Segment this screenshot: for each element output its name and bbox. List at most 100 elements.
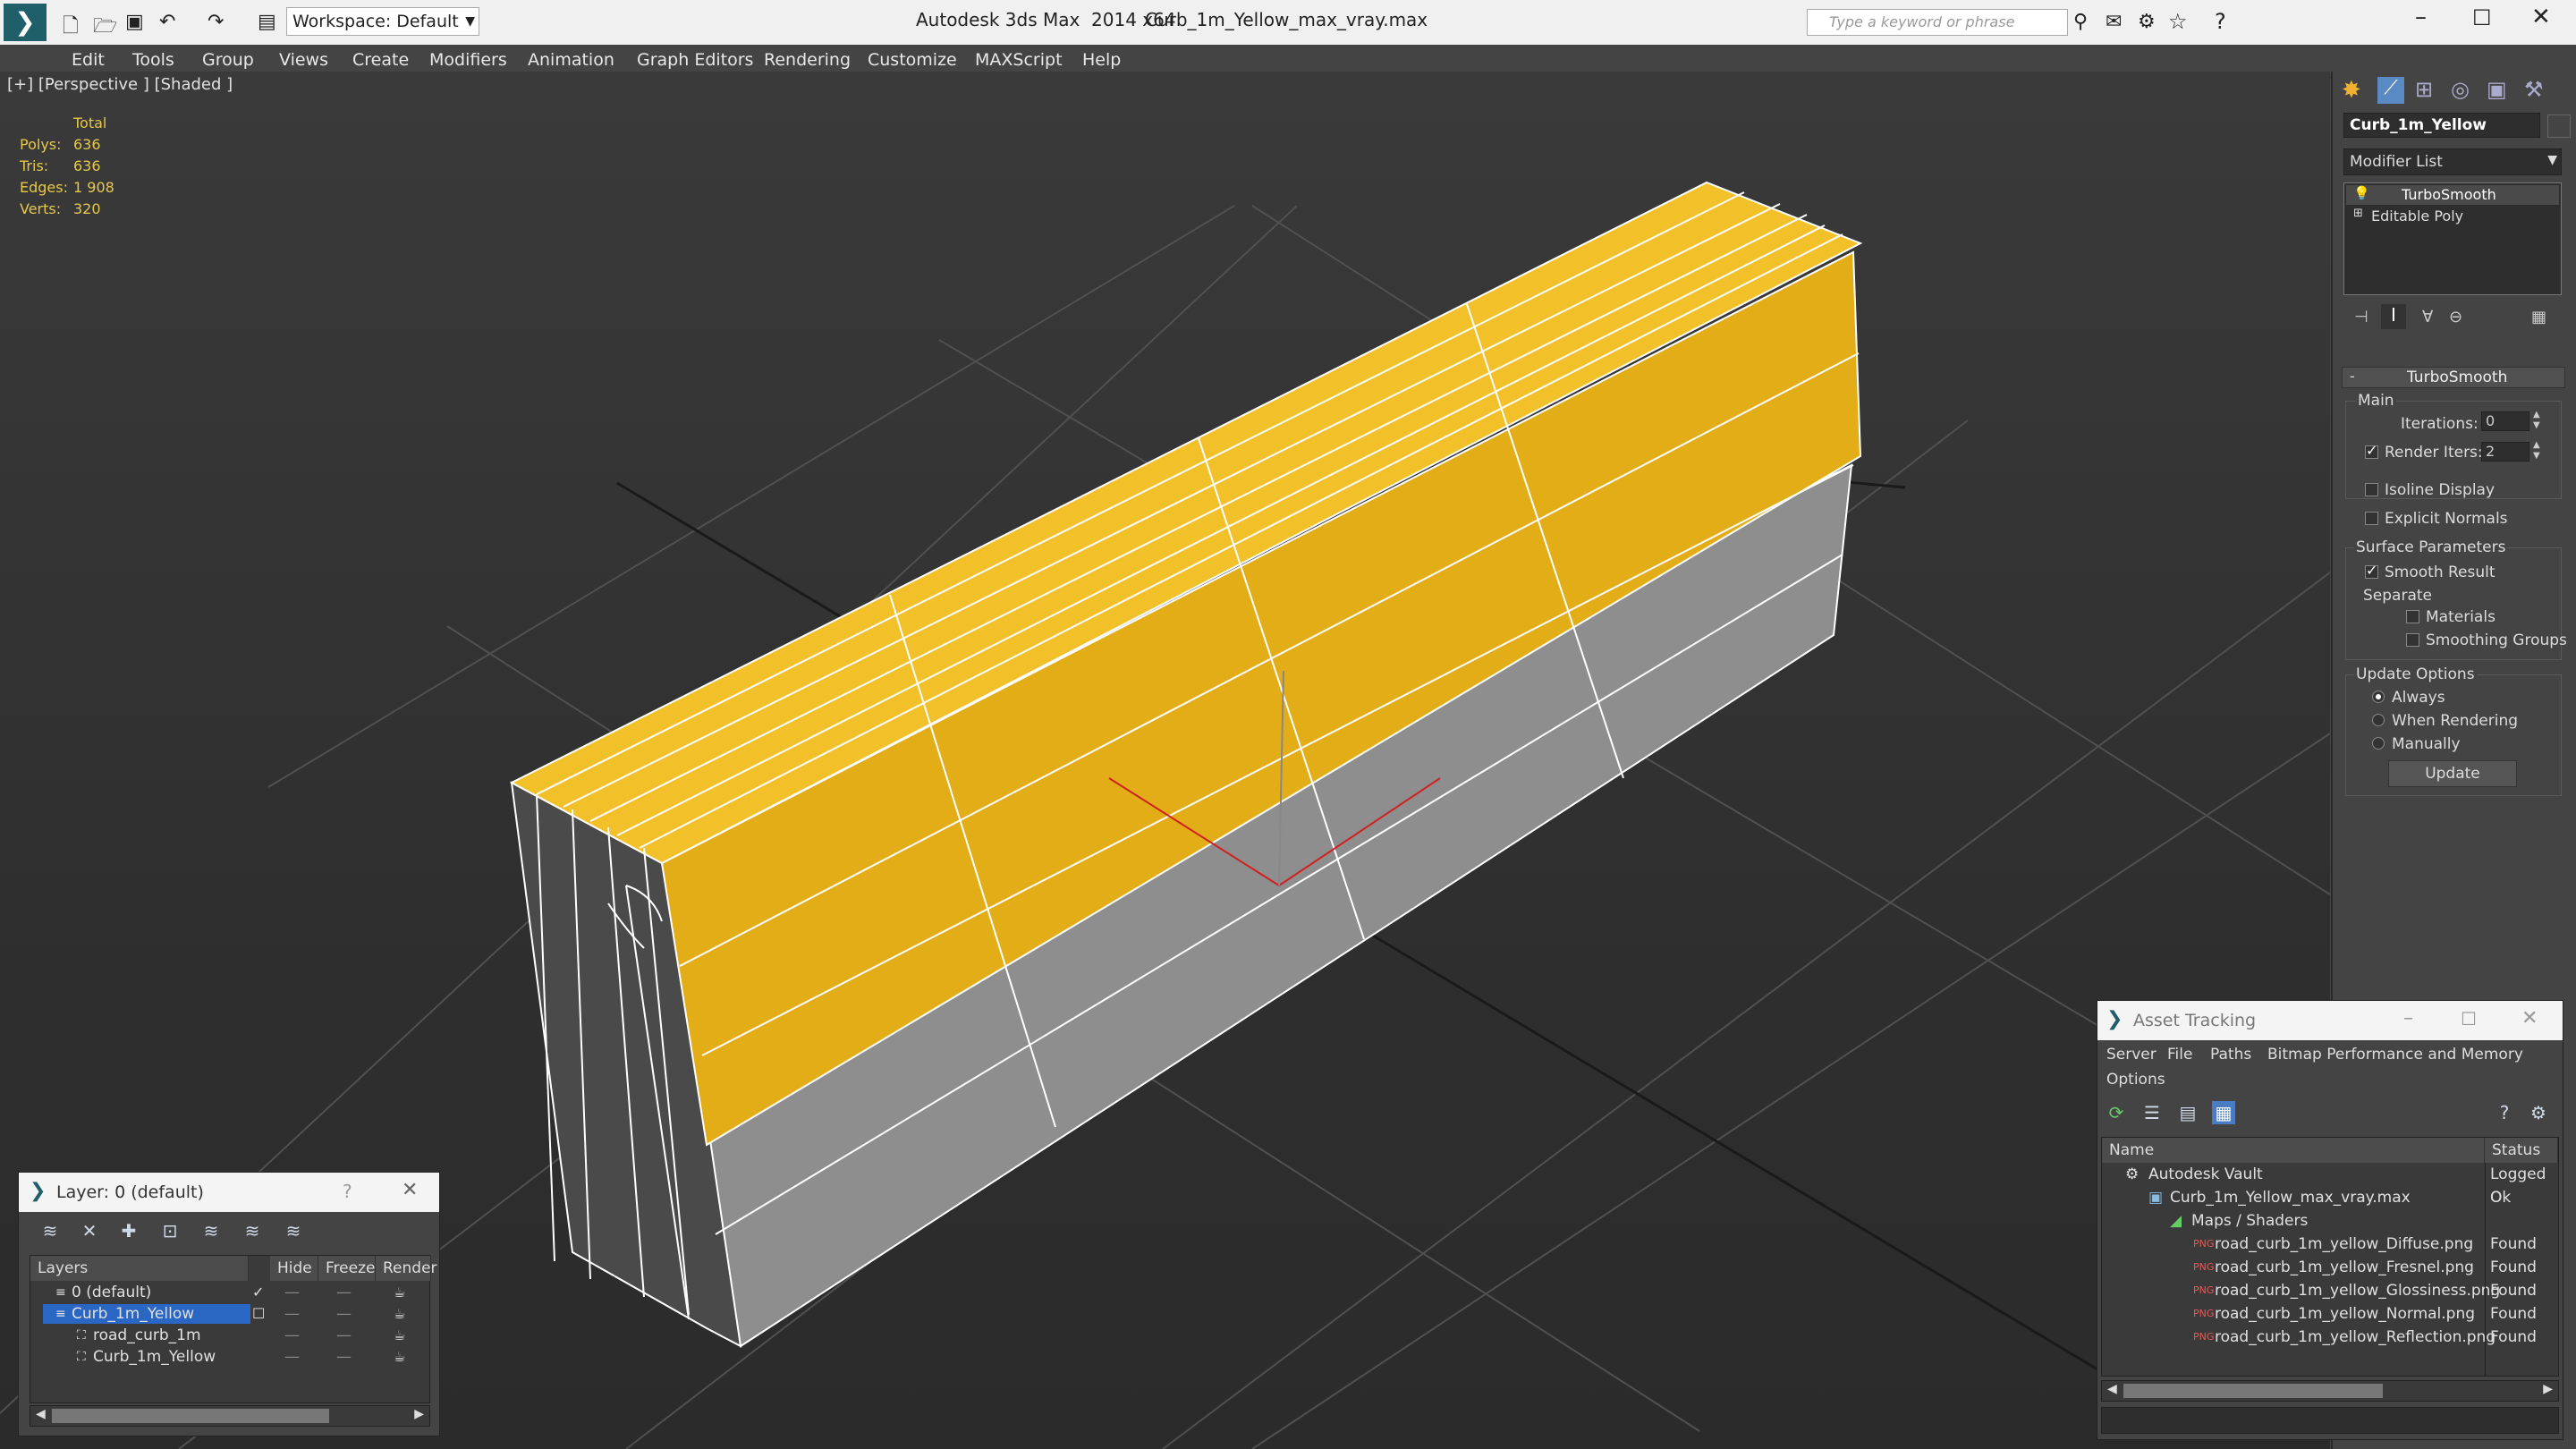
close-icon[interactable]: ✕: [2521, 1007, 2538, 1030]
show-end-result-icon[interactable]: I: [2381, 304, 2406, 329]
materials-checkbox[interactable]: [2406, 610, 2419, 623]
menu-edit[interactable]: Edit: [72, 50, 105, 70]
menu-maxscript[interactable]: MAXScript: [975, 50, 1063, 70]
hide-all-icon[interactable]: ≋: [241, 1219, 264, 1242]
display-tab-icon[interactable]: ▣: [2487, 77, 2507, 102]
menu-rendering[interactable]: Rendering: [764, 50, 851, 70]
horizontal-scrollbar[interactable]: ◀ ▶: [30, 1405, 430, 1427]
binoculars-icon[interactable]: ⚲: [2073, 11, 2088, 33]
undo-icon[interactable]: ↶: [159, 11, 175, 33]
close-icon[interactable]: ✕: [402, 1179, 418, 1201]
menu-customize[interactable]: Customize: [868, 50, 957, 70]
isoline-display-checkbox[interactable]: [2365, 483, 2378, 496]
scroll-thumb[interactable]: [2123, 1384, 2383, 1398]
new-layer-icon[interactable]: ≋: [38, 1219, 62, 1242]
stack-item-editable-poly[interactable]: ⊞ Editable Poly: [2346, 207, 2559, 226]
favorites-star-icon[interactable]: ☆: [2168, 9, 2188, 34]
utilities-tab-icon[interactable]: ⚒: [2524, 77, 2544, 102]
hide-toggle-icon[interactable]: —: [284, 1281, 300, 1304]
asset-row-bitmap[interactable]: PNG road_curb_1m_yellow_Glossiness.png F…: [2102, 1279, 2558, 1302]
workspace-dropdown[interactable]: Workspace: Default ▼: [286, 7, 479, 36]
render-column-header[interactable]: Render: [376, 1256, 437, 1281]
scroll-right-icon[interactable]: ▶: [2543, 1382, 2553, 1396]
explicit-normals-checkbox[interactable]: [2365, 512, 2378, 525]
freeze-all-icon[interactable]: ≋: [282, 1219, 305, 1242]
asset-row-bitmap[interactable]: PNG road_curb_1m_yellow_Fresnel.png Foun…: [2102, 1256, 2558, 1279]
hide-toggle-icon[interactable]: —: [284, 1324, 300, 1347]
motion-tab-icon[interactable]: ◎: [2451, 77, 2470, 102]
menu-group[interactable]: Group: [202, 50, 254, 70]
hide-toggle-icon[interactable]: —: [284, 1302, 300, 1326]
exchange-icon[interactable]: ⚙: [2138, 11, 2156, 33]
lightbulb-icon[interactable]: 💡: [2353, 185, 2370, 201]
modify-tab-icon[interactable]: ⟋: [2377, 77, 2404, 104]
details-view-icon[interactable]: ▤: [2176, 1101, 2199, 1124]
layer-window-titlebar[interactable]: ❯ Layer: 0 (default) ? ✕: [19, 1173, 439, 1212]
menu-animation[interactable]: Animation: [528, 50, 614, 70]
asset-path-field[interactable]: [2101, 1407, 2559, 1434]
redo-icon[interactable]: ↷: [208, 11, 224, 33]
layer-row-default[interactable]: ≡ 0 (default) ✓ — — ☕: [30, 1281, 429, 1304]
iterations-spinner[interactable]: 0: [2481, 411, 2529, 431]
asset-menu-file[interactable]: File: [2167, 1046, 2192, 1063]
save-icon[interactable]: ▣: [125, 11, 144, 33]
help-icon[interactable]: ?: [2493, 1101, 2516, 1124]
asset-row-maps[interactable]: ◢ Maps / Shaders: [2102, 1209, 2558, 1233]
freeze-toggle-icon[interactable]: —: [336, 1302, 352, 1326]
add-to-layer-icon[interactable]: ✚: [117, 1219, 140, 1242]
app-logo-icon[interactable]: ❯: [4, 4, 47, 41]
asset-menu-server[interactable]: Server: [2106, 1046, 2157, 1063]
spinner-arrows-icon[interactable]: ▲ ▼: [2533, 440, 2540, 462]
object-color-swatch[interactable]: [2547, 114, 2571, 138]
rollout-header-turbosmooth[interactable]: - TurboSmooth: [2342, 367, 2565, 388]
create-tab-icon[interactable]: ✸: [2342, 77, 2361, 104]
scroll-left-icon[interactable]: ◀: [36, 1407, 46, 1421]
always-radio[interactable]: [2372, 691, 2385, 703]
asset-row-bitmap[interactable]: PNG road_curb_1m_yellow_Reflection.png F…: [2102, 1326, 2558, 1349]
render-iters-spinner[interactable]: 2: [2481, 442, 2529, 462]
pin-stack-icon[interactable]: ⊣: [2354, 308, 2368, 326]
configure-sets-icon[interactable]: ▦: [2531, 308, 2546, 326]
horizontal-scrollbar[interactable]: ◀ ▶: [2101, 1380, 2559, 1402]
spinner-arrows-icon[interactable]: ▲ ▼: [2533, 410, 2540, 431]
close-icon[interactable]: ✕: [2531, 4, 2551, 30]
hide-toggle-icon[interactable]: —: [284, 1345, 300, 1368]
modifier-list-dropdown[interactable]: Modifier List ▼: [2343, 148, 2562, 175]
open-file-icon[interactable]: 🗁: [93, 11, 117, 45]
menu-graph-editors[interactable]: Graph Editors: [637, 50, 753, 70]
help-icon[interactable]: ?: [2215, 9, 2226, 34]
manually-radio[interactable]: [2372, 737, 2385, 750]
freeze-toggle-icon[interactable]: —: [336, 1324, 352, 1347]
stack-item-turbosmooth[interactable]: 💡 TurboSmooth: [2346, 185, 2559, 205]
scroll-thumb[interactable]: [52, 1409, 329, 1423]
menu-create[interactable]: Create: [352, 50, 409, 70]
freeze-toggle-icon[interactable]: —: [336, 1345, 352, 1368]
asset-menu-options[interactable]: Options: [2106, 1071, 2165, 1089]
update-button[interactable]: Update: [2388, 760, 2517, 787]
render-teapot-icon[interactable]: ☕: [394, 1345, 405, 1368]
settings-icon[interactable]: ⚙: [2527, 1101, 2550, 1124]
new-file-icon[interactable]: 🗋: [63, 11, 79, 45]
render-teapot-icon[interactable]: ☕: [394, 1302, 405, 1326]
menu-views[interactable]: Views: [279, 50, 328, 70]
asset-row-vault[interactable]: ⚙ Autodesk Vault Logged O: [2102, 1163, 2558, 1207]
search-input[interactable]: Type a keyword or phrase: [1807, 9, 2068, 36]
render-teapot-icon[interactable]: ☕: [394, 1281, 405, 1304]
object-row-road-curb[interactable]: ⛶ road_curb_1m — — ☕: [30, 1324, 429, 1347]
select-objects-icon[interactable]: ⊡: [158, 1219, 182, 1242]
object-name-field[interactable]: Curb_1m_Yellow: [2343, 113, 2540, 138]
maximize-icon[interactable]: ☐: [2461, 1008, 2477, 1030]
refresh-icon[interactable]: ⟳: [2105, 1101, 2128, 1124]
expand-icon[interactable]: ⊞: [2353, 207, 2363, 220]
minimize-icon[interactable]: –: [2415, 4, 2427, 30]
render-teapot-icon[interactable]: ☕: [394, 1324, 405, 1347]
status-column-header[interactable]: Status: [2485, 1138, 2558, 1163]
asset-menu-paths[interactable]: Paths: [2210, 1046, 2251, 1063]
delete-layer-icon[interactable]: ✕: [78, 1219, 101, 1242]
smoothing-groups-checkbox[interactable]: [2406, 633, 2419, 647]
make-unique-icon[interactable]: ∀: [2422, 308, 2433, 326]
project-folder-icon[interactable]: ▤: [258, 11, 276, 33]
remove-modifier-icon[interactable]: ⊖: [2449, 308, 2462, 326]
asset-menu-bitmap[interactable]: Bitmap Performance and Memory: [2267, 1046, 2523, 1063]
asset-row-bitmap[interactable]: PNG road_curb_1m_yellow_Normal.png Found: [2102, 1302, 2558, 1326]
